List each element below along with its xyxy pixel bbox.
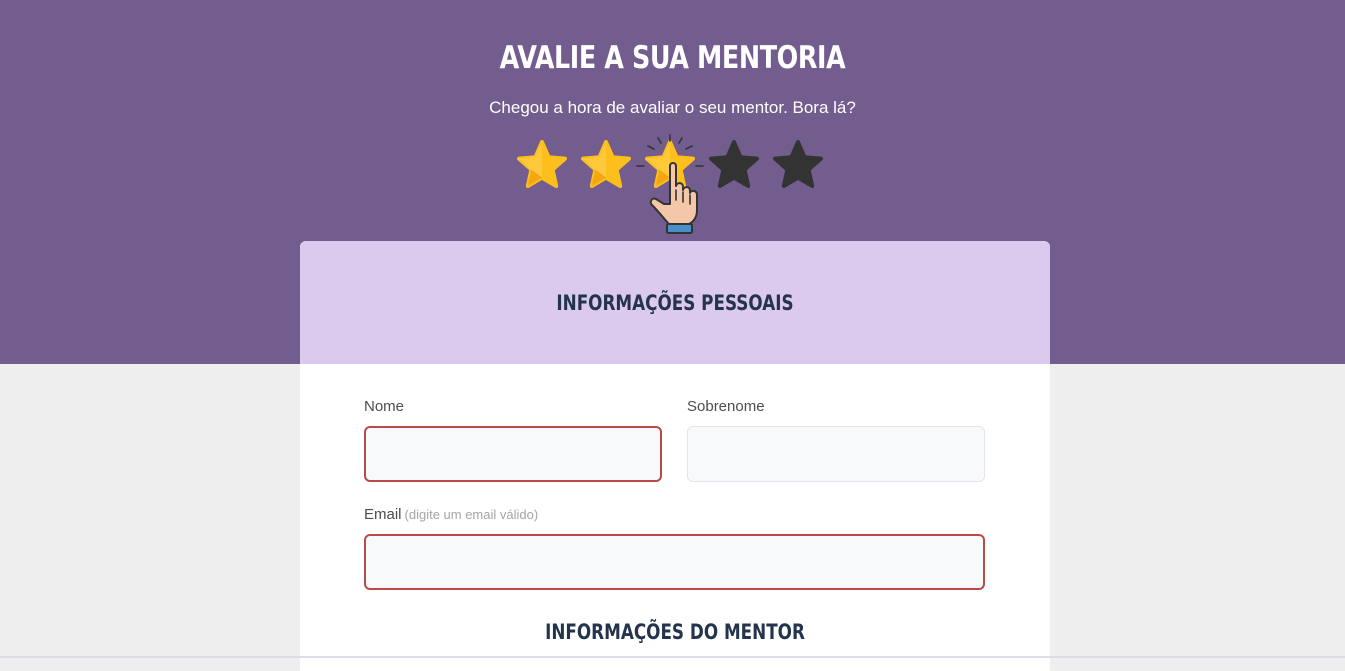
first-name-input[interactable] xyxy=(364,426,662,482)
page-subtitle: Chegou a hora de avaliar o seu mentor. B… xyxy=(489,98,856,117)
email-label: Email (digite um email válido) xyxy=(364,506,538,523)
star-2-icon[interactable] xyxy=(578,138,634,194)
page-title: AVALIE A SUA MENTORIA xyxy=(499,40,846,76)
personal-info-title: INFORMAÇÕES PESSOAIS xyxy=(556,291,794,315)
star-4-icon[interactable] xyxy=(706,138,762,194)
email-hint: (digite um email válido) xyxy=(404,507,539,522)
personal-info-header: INFORMAÇÕES PESSOAIS xyxy=(300,241,1050,364)
last-name-label: Sobrenome xyxy=(687,398,765,415)
star-5-icon[interactable] xyxy=(770,138,826,194)
email-input[interactable] xyxy=(364,534,985,590)
first-name-label: Nome xyxy=(364,398,405,415)
email-label-text: Email xyxy=(364,506,402,523)
last-name-input[interactable] xyxy=(687,426,985,482)
evaluation-form-card: INFORMAÇÕES PESSOAIS Nome Sobrenome Emai… xyxy=(300,241,1050,671)
star-1-icon[interactable] xyxy=(514,138,570,194)
pointing-hand-icon xyxy=(649,162,698,234)
mentor-info-title: INFORMAÇÕES DO MENTOR xyxy=(545,620,805,644)
